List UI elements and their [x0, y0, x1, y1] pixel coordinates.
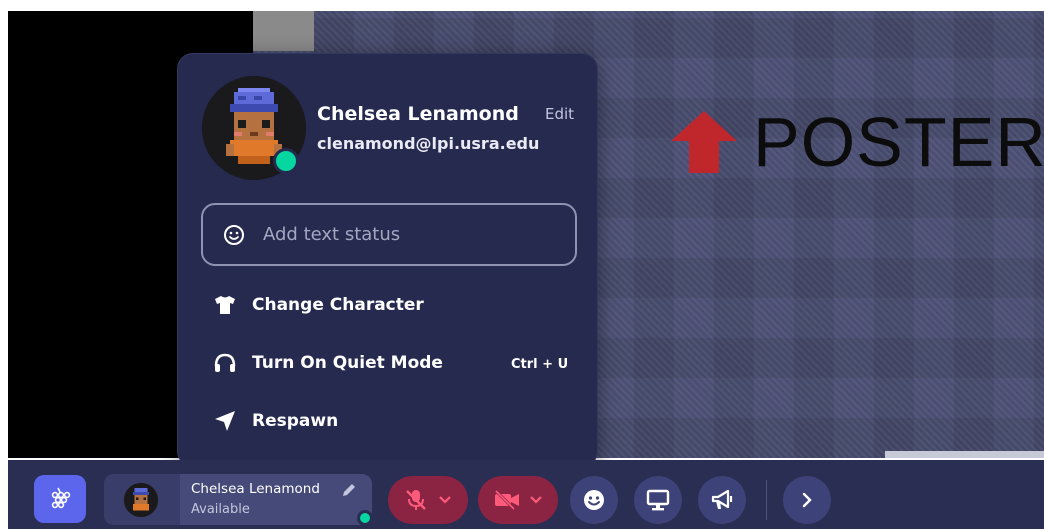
menu-grid-button[interactable]	[34, 475, 86, 523]
grapes-grid-icon	[51, 487, 71, 509]
bottom-toolbar: Chelsea Lenamond Available	[8, 460, 1044, 529]
camera-toggle-button[interactable]	[478, 476, 558, 524]
avatar	[124, 483, 158, 517]
quiet-mode-shortcut: Ctrl + U	[511, 357, 569, 372]
chevron-right-icon	[802, 492, 812, 508]
toolbar-divider	[766, 480, 767, 520]
text-status-placeholder: Add text status	[263, 224, 401, 245]
menu-item-label: Respawn	[252, 411, 339, 431]
text-status-input[interactable]: Add text status	[201, 203, 577, 266]
menu-item-label: Change Character	[252, 295, 424, 315]
menu-item-respawn[interactable]: Respawn	[212, 406, 338, 436]
profile-pill-name: Chelsea Lenamond	[191, 481, 320, 497]
map-edge	[885, 451, 1044, 458]
app-viewport: POSTER Chelsea Lenamond Edit clenamond@l…	[0, 0, 1044, 529]
profile-popover: Chelsea Lenamond Edit clenamond@lpi.usra…	[177, 53, 598, 467]
headphones-icon	[212, 350, 238, 376]
emote-button[interactable]	[570, 476, 618, 524]
profile-name: Chelsea Lenamond	[317, 103, 519, 125]
expand-toolbar-button[interactable]	[783, 476, 831, 524]
poster-label: POSTER	[753, 103, 1044, 181]
pencil-icon[interactable]	[341, 482, 357, 498]
menu-item-quiet-mode[interactable]: Turn On Quiet Mode	[212, 348, 443, 378]
chevron-down-icon	[530, 496, 542, 504]
online-status-dot	[357, 510, 373, 526]
menu-item-label: Turn On Quiet Mode	[252, 353, 443, 373]
shirt-icon	[212, 292, 238, 318]
smiley-icon	[224, 224, 244, 245]
edit-profile-link[interactable]: Edit	[545, 105, 574, 123]
camera-off-icon	[493, 489, 519, 511]
menu-item-change-character[interactable]: Change Character	[212, 290, 424, 320]
navigation-arrow-icon	[212, 408, 238, 434]
wall-tile	[253, 11, 315, 51]
announce-button[interactable]	[698, 476, 746, 524]
profile-pill[interactable]: Chelsea Lenamond Available	[104, 474, 372, 525]
screen-share-button[interactable]	[634, 476, 682, 524]
profile-pill-status: Available	[191, 502, 250, 517]
online-status-dot	[273, 148, 299, 174]
chevron-down-icon	[439, 496, 451, 504]
megaphone-icon	[711, 489, 733, 509]
smiley-icon	[584, 490, 604, 510]
monitor-icon	[646, 489, 670, 511]
microphone-off-icon	[406, 490, 426, 510]
profile-email: clenamond@lpi.usra.edu	[317, 134, 540, 153]
red-up-arrow-icon	[671, 111, 737, 173]
microphone-toggle-button[interactable]	[388, 476, 468, 524]
